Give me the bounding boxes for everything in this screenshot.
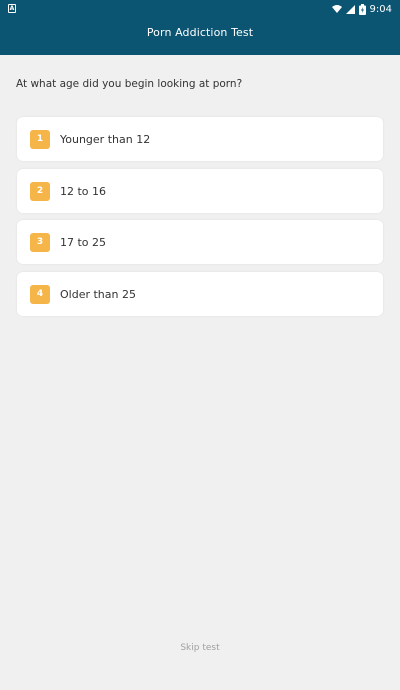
- answer-option-4[interactable]: 4 Older than 25: [17, 272, 383, 316]
- wifi-icon: [331, 4, 342, 14]
- status-bar: A 9:04: [0, 0, 400, 18]
- app-bar: A 9:04 Porn Addiction Test: [0, 0, 400, 55]
- status-time: 9:04: [369, 3, 392, 15]
- option-number-badge: 4: [30, 284, 50, 304]
- notification-icon: A: [8, 4, 16, 13]
- page-title: Porn Addiction Test: [146, 26, 254, 39]
- option-label: 17 to 25: [60, 235, 107, 249]
- option-number-badge: 3: [30, 232, 50, 252]
- option-label: Older than 25: [60, 287, 136, 301]
- answer-option-2[interactable]: 2 12 to 16: [17, 169, 383, 213]
- option-label: 12 to 16: [60, 184, 107, 198]
- battery-icon: [358, 3, 366, 15]
- signal-icon: [345, 4, 355, 14]
- status-icons: 9:04: [331, 2, 392, 16]
- option-number-badge: 1: [30, 129, 50, 149]
- skip-test-link[interactable]: Skip test: [0, 643, 400, 653]
- option-number-badge: 2: [30, 181, 50, 201]
- question-text: At what age did you begin looking at por…: [16, 78, 243, 90]
- option-label: Younger than 12: [60, 132, 151, 146]
- answer-option-1[interactable]: 1 Younger than 12: [17, 117, 383, 161]
- answer-option-3[interactable]: 3 17 to 25: [17, 220, 383, 264]
